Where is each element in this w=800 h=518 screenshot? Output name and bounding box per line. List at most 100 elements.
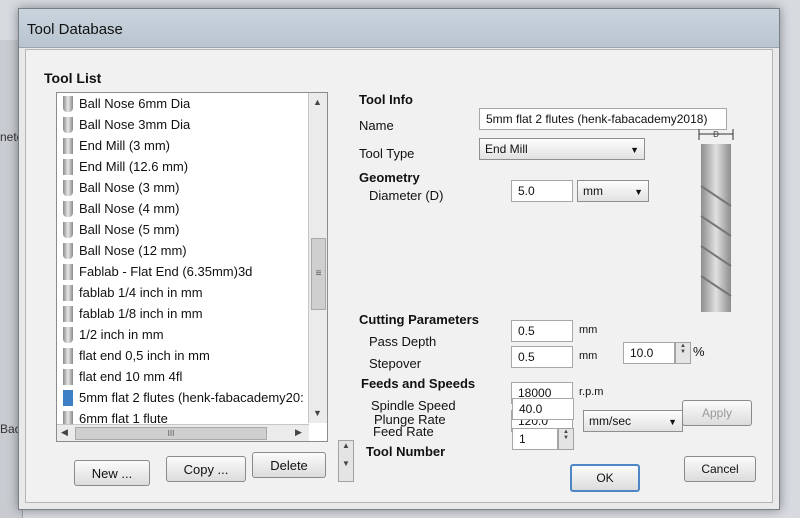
tool-name-field[interactable]: 5mm flat 2 flutes (henk-fabacademy2018)	[479, 108, 727, 130]
dialog-body: Tool List Ball Nose 6mm Dia Ball Nose 3mm…	[25, 49, 773, 503]
new-button[interactable]: New ...	[74, 460, 150, 486]
tool-preview-icon: D	[698, 129, 734, 312]
flat-end-icon	[63, 305, 73, 322]
tool-list-item-label: flat end 0,5 inch in mm	[79, 348, 210, 363]
diameter-label: Diameter (D)	[369, 188, 444, 203]
feed-unit-value: mm/sec	[589, 414, 631, 428]
stepover-field[interactable]: 0.5	[511, 346, 573, 368]
tool-list-heading: Tool List	[44, 70, 102, 86]
tool-list-item-label: Fablab - Flat End (6.35mm)3d	[79, 264, 253, 279]
tool-list-item[interactable]: End Mill (12.6 mm)	[57, 156, 327, 177]
copy-button[interactable]: Copy ...	[166, 456, 246, 482]
tool-list-item-label: Ball Nose 6mm Dia	[79, 96, 191, 111]
tool-list[interactable]: Ball Nose 6mm Dia Ball Nose 3mm Dia End Mi…	[56, 92, 328, 442]
tool-list-item[interactable]: fablab 1/8 inch in mm	[57, 303, 327, 324]
pass-depth-unit: mm	[579, 324, 598, 336]
tool-number-label: Tool Number	[366, 444, 446, 459]
tool-list-item-label: flat end 10 mm 4fl	[79, 369, 183, 384]
stepover-spinner[interactable]: ▲ ▼	[675, 342, 691, 364]
dialog-title: Tool Database	[27, 21, 123, 38]
ball-nose-icon	[63, 116, 73, 133]
scroll-left-icon[interactable]: ◀	[61, 427, 68, 438]
tool-list-item-label: Ball Nose (3 mm)	[79, 180, 180, 195]
chevron-down-icon: ▼	[630, 145, 639, 155]
ball-nose-icon	[63, 326, 73, 343]
tool-list-item[interactable]: flat end 10 mm 4fl	[57, 366, 327, 387]
ball-nose-icon	[63, 95, 73, 112]
diameter-field[interactable]: 5.0	[511, 180, 573, 202]
delete-button[interactable]: Delete	[252, 452, 326, 478]
tool-list-item-label: End Mill (3 mm)	[79, 138, 171, 153]
ok-button[interactable]: OK	[570, 464, 640, 492]
tool-list-item-label: fablab 1/4 inch in mm	[79, 285, 203, 300]
hscroll-thumb[interactable]: III	[75, 427, 267, 440]
tool-list-item[interactable]: Ball Nose (4 mm)	[57, 198, 327, 219]
preview-dimension-label: D	[713, 130, 719, 139]
cutting-params-heading: Cutting Parameters	[359, 312, 479, 327]
chevron-down-icon: ▼	[668, 417, 677, 427]
stepover-label: Stepover	[369, 356, 422, 371]
end-mill-icon	[63, 158, 73, 175]
tool-list-item[interactable]: Ball Nose (5 mm)	[57, 219, 327, 240]
end-mill-icon	[63, 137, 73, 154]
tool-list-item-label: Ball Nose (5 mm)	[79, 222, 180, 237]
ball-nose-icon	[63, 200, 73, 217]
tool-list-item-label: Ball Nose (4 mm)	[79, 201, 180, 216]
tool-list-item[interactable]: 1/2 inch in mm	[57, 324, 327, 345]
tool-list-item[interactable]: Ball Nose (12 mm)	[57, 240, 327, 261]
spindle-speed-unit: r.p.m	[579, 386, 604, 398]
tool-type-label: Tool Type	[359, 146, 415, 161]
scroll-up-icon[interactable]: ▲	[313, 97, 322, 107]
tool-list-item[interactable]: Fablab - Flat End (6.35mm)3d	[57, 261, 327, 282]
tool-list-item-label: Ball Nose (12 mm)	[79, 243, 187, 258]
apply-button[interactable]: Apply	[682, 400, 752, 426]
horizontal-scrollbar[interactable]: ◀ III ▶	[57, 424, 309, 441]
flat-end-icon	[63, 347, 73, 364]
plunge-rate-label: Plunge Rate	[374, 412, 446, 427]
tool-list-item[interactable]: End Mill (3 mm)	[57, 135, 327, 156]
tool-list-item-label: Ball Nose 3mm Dia	[79, 117, 191, 132]
diameter-unit-select[interactable]: mm ▼	[577, 180, 649, 202]
flat-end-icon	[63, 263, 73, 280]
plunge-rate-field[interactable]: 40.0	[512, 398, 574, 420]
geometry-heading: Geometry	[359, 170, 420, 185]
name-label: Name	[359, 118, 394, 133]
diameter-unit-value: mm	[583, 184, 603, 198]
selected-tool-icon	[63, 389, 73, 406]
scroll-thumb[interactable]: ≡	[311, 238, 326, 310]
pass-depth-label: Pass Depth	[369, 334, 437, 349]
tool-type-value: End Mill	[485, 142, 528, 156]
cancel-button[interactable]: Cancel	[684, 456, 756, 482]
tool-list-item[interactable]: Ball Nose 6mm Dia	[57, 93, 327, 114]
flat-end-icon	[63, 284, 73, 301]
tool-list-item-label: 5mm flat 2 flutes (henk-fabacademy20:	[79, 390, 304, 405]
tool-list-item-label: fablab 1/8 inch in mm	[79, 306, 203, 321]
stepover-unit: mm	[579, 350, 598, 362]
feeds-speeds-heading: Feeds and Speeds	[361, 376, 476, 391]
tool-list-item[interactable]: Ball Nose (3 mm)	[57, 177, 327, 198]
tool-list-item[interactable]: flat end 0,5 inch in mm	[57, 345, 327, 366]
stepover-percent-unit: %	[693, 344, 705, 359]
scroll-down-icon[interactable]: ▼	[313, 408, 322, 418]
tool-number-spinner[interactable]: ▲ ▼	[558, 428, 574, 450]
tool-list-item-label: End Mill (12.6 mm)	[79, 159, 189, 174]
tool-info-heading: Tool Info	[359, 92, 413, 107]
tool-number-field[interactable]: 1	[512, 428, 558, 450]
stepover-percent-field[interactable]: 10.0	[623, 342, 675, 364]
vertical-scrollbar[interactable]: ▲ ≡ ▼	[308, 93, 327, 423]
tool-type-select[interactable]: End Mill ▼	[479, 138, 645, 160]
tool-list-item[interactable]: fablab 1/4 inch in mm	[57, 282, 327, 303]
pass-depth-field[interactable]: 0.5	[511, 320, 573, 342]
feed-unit-select[interactable]: mm/sec ▼	[583, 410, 683, 432]
tool-list-item[interactable]: Ball Nose 3mm Dia	[57, 114, 327, 135]
chevron-down-icon: ▼	[634, 187, 643, 197]
ball-nose-icon	[63, 221, 73, 238]
title-bar[interactable]: Tool Database	[19, 9, 779, 48]
tool-database-dialog: Tool Database Tool List Ball Nose 6mm Di…	[18, 8, 780, 510]
scroll-right-icon[interactable]: ▶	[295, 427, 302, 438]
tool-list-items: Ball Nose 6mm Dia Ball Nose 3mm Dia End Mi…	[57, 93, 327, 429]
ball-nose-icon	[63, 179, 73, 196]
tool-list-item[interactable]: 5mm flat 2 flutes (henk-fabacademy20:	[57, 387, 327, 408]
flat-end-icon	[63, 368, 73, 385]
spindle-speed-label: Spindle Speed	[371, 398, 456, 413]
